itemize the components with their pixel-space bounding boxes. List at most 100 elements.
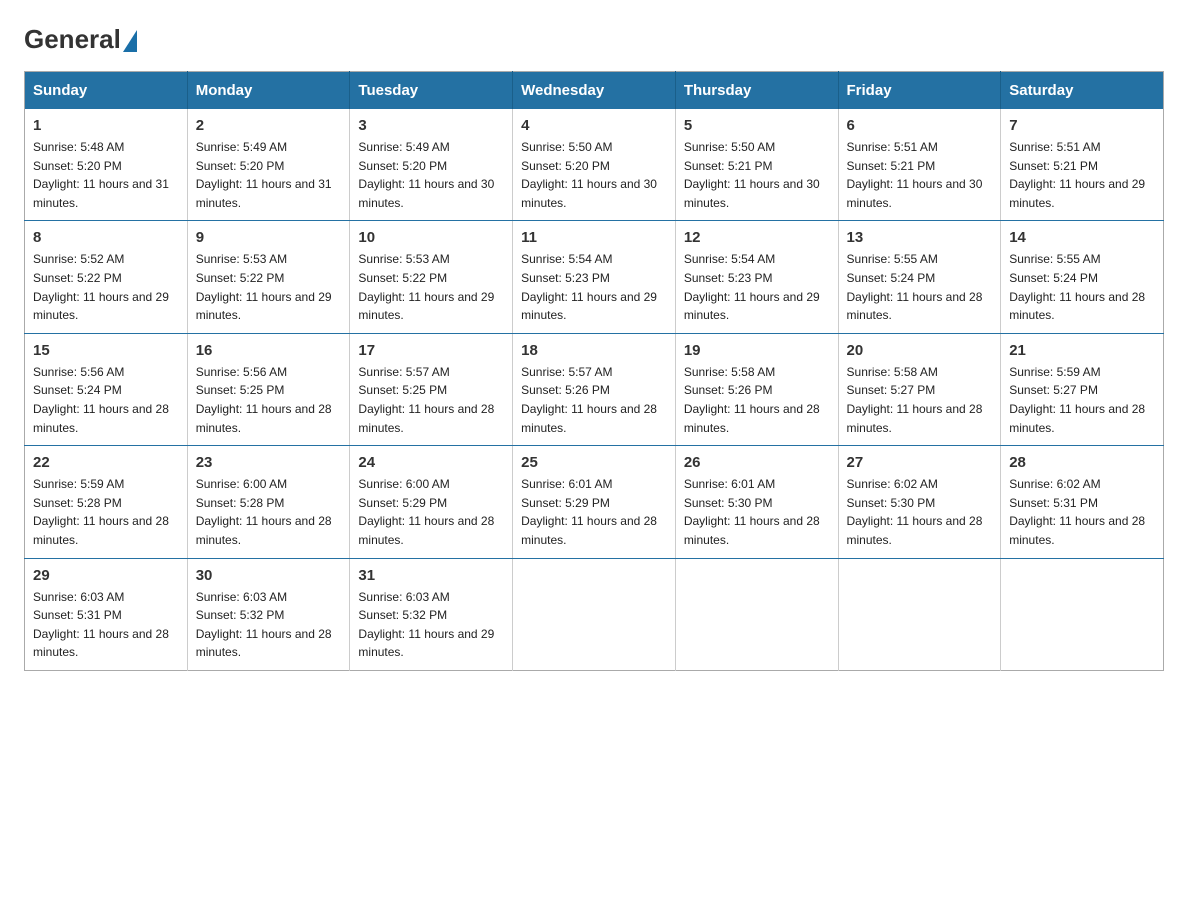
day-info: Sunrise: 6:00 AM Sunset: 5:28 PM Dayligh… <box>196 475 342 549</box>
day-number: 10 <box>358 229 504 246</box>
day-info: Sunrise: 6:00 AM Sunset: 5:29 PM Dayligh… <box>358 475 504 549</box>
calendar-week-row: 8 Sunrise: 5:52 AM Sunset: 5:22 PM Dayli… <box>25 221 1164 333</box>
weekday-header-thursday: Thursday <box>675 72 838 110</box>
calendar-cell: 19 Sunrise: 5:58 AM Sunset: 5:26 PM Dayl… <box>675 333 838 445</box>
calendar-week-row: 22 Sunrise: 5:59 AM Sunset: 5:28 PM Dayl… <box>25 446 1164 558</box>
calendar-week-row: 1 Sunrise: 5:48 AM Sunset: 5:20 PM Dayli… <box>25 109 1164 221</box>
calendar-cell <box>675 558 838 670</box>
day-number: 29 <box>33 567 179 584</box>
calendar-cell: 3 Sunrise: 5:49 AM Sunset: 5:20 PM Dayli… <box>350 109 513 221</box>
day-number: 18 <box>521 342 667 359</box>
calendar-week-row: 15 Sunrise: 5:56 AM Sunset: 5:24 PM Dayl… <box>25 333 1164 445</box>
day-number: 20 <box>847 342 993 359</box>
day-info: Sunrise: 5:58 AM Sunset: 5:27 PM Dayligh… <box>847 363 993 437</box>
day-info: Sunrise: 5:56 AM Sunset: 5:25 PM Dayligh… <box>196 363 342 437</box>
calendar-cell: 5 Sunrise: 5:50 AM Sunset: 5:21 PM Dayli… <box>675 109 838 221</box>
day-number: 13 <box>847 229 993 246</box>
day-info: Sunrise: 5:50 AM Sunset: 5:20 PM Dayligh… <box>521 138 667 212</box>
weekday-header-row: SundayMondayTuesdayWednesdayThursdayFrid… <box>25 72 1164 110</box>
calendar-cell: 8 Sunrise: 5:52 AM Sunset: 5:22 PM Dayli… <box>25 221 188 333</box>
day-number: 16 <box>196 342 342 359</box>
day-info: Sunrise: 6:01 AM Sunset: 5:30 PM Dayligh… <box>684 475 830 549</box>
logo: General <box>24 24 137 55</box>
day-info: Sunrise: 5:59 AM Sunset: 5:28 PM Dayligh… <box>33 475 179 549</box>
day-info: Sunrise: 6:01 AM Sunset: 5:29 PM Dayligh… <box>521 475 667 549</box>
day-number: 12 <box>684 229 830 246</box>
day-info: Sunrise: 6:02 AM Sunset: 5:30 PM Dayligh… <box>847 475 993 549</box>
day-number: 24 <box>358 454 504 471</box>
day-info: Sunrise: 5:57 AM Sunset: 5:26 PM Dayligh… <box>521 363 667 437</box>
day-number: 23 <box>196 454 342 471</box>
day-info: Sunrise: 6:03 AM Sunset: 5:32 PM Dayligh… <box>358 588 504 662</box>
day-info: Sunrise: 6:02 AM Sunset: 5:31 PM Dayligh… <box>1009 475 1155 549</box>
day-info: Sunrise: 5:53 AM Sunset: 5:22 PM Dayligh… <box>358 250 504 324</box>
calendar-cell: 10 Sunrise: 5:53 AM Sunset: 5:22 PM Dayl… <box>350 221 513 333</box>
day-number: 3 <box>358 117 504 134</box>
calendar-cell <box>513 558 676 670</box>
calendar-cell: 22 Sunrise: 5:59 AM Sunset: 5:28 PM Dayl… <box>25 446 188 558</box>
calendar-cell: 11 Sunrise: 5:54 AM Sunset: 5:23 PM Dayl… <box>513 221 676 333</box>
day-info: Sunrise: 5:57 AM Sunset: 5:25 PM Dayligh… <box>358 363 504 437</box>
day-number: 4 <box>521 117 667 134</box>
day-info: Sunrise: 5:55 AM Sunset: 5:24 PM Dayligh… <box>847 250 993 324</box>
day-info: Sunrise: 5:59 AM Sunset: 5:27 PM Dayligh… <box>1009 363 1155 437</box>
day-number: 26 <box>684 454 830 471</box>
day-number: 9 <box>196 229 342 246</box>
day-info: Sunrise: 5:56 AM Sunset: 5:24 PM Dayligh… <box>33 363 179 437</box>
day-number: 30 <box>196 567 342 584</box>
calendar-cell: 21 Sunrise: 5:59 AM Sunset: 5:27 PM Dayl… <box>1001 333 1164 445</box>
day-number: 22 <box>33 454 179 471</box>
day-number: 1 <box>33 117 179 134</box>
day-info: Sunrise: 5:50 AM Sunset: 5:21 PM Dayligh… <box>684 138 830 212</box>
calendar-cell: 28 Sunrise: 6:02 AM Sunset: 5:31 PM Dayl… <box>1001 446 1164 558</box>
day-info: Sunrise: 6:03 AM Sunset: 5:32 PM Dayligh… <box>196 588 342 662</box>
weekday-header-wednesday: Wednesday <box>513 72 676 110</box>
calendar-cell: 26 Sunrise: 6:01 AM Sunset: 5:30 PM Dayl… <box>675 446 838 558</box>
calendar-cell <box>838 558 1001 670</box>
day-number: 2 <box>196 117 342 134</box>
calendar-cell: 17 Sunrise: 5:57 AM Sunset: 5:25 PM Dayl… <box>350 333 513 445</box>
calendar-cell: 12 Sunrise: 5:54 AM Sunset: 5:23 PM Dayl… <box>675 221 838 333</box>
calendar-cell: 27 Sunrise: 6:02 AM Sunset: 5:30 PM Dayl… <box>838 446 1001 558</box>
day-info: Sunrise: 5:53 AM Sunset: 5:22 PM Dayligh… <box>196 250 342 324</box>
weekday-header-sunday: Sunday <box>25 72 188 110</box>
day-number: 15 <box>33 342 179 359</box>
day-info: Sunrise: 5:54 AM Sunset: 5:23 PM Dayligh… <box>521 250 667 324</box>
calendar-cell: 25 Sunrise: 6:01 AM Sunset: 5:29 PM Dayl… <box>513 446 676 558</box>
calendar-cell: 31 Sunrise: 6:03 AM Sunset: 5:32 PM Dayl… <box>350 558 513 670</box>
day-number: 5 <box>684 117 830 134</box>
day-number: 14 <box>1009 229 1155 246</box>
day-info: Sunrise: 5:49 AM Sunset: 5:20 PM Dayligh… <box>358 138 504 212</box>
calendar-table: SundayMondayTuesdayWednesdayThursdayFrid… <box>24 71 1164 671</box>
logo-triangle-icon <box>123 30 137 52</box>
calendar-cell: 1 Sunrise: 5:48 AM Sunset: 5:20 PM Dayli… <box>25 109 188 221</box>
calendar-cell: 13 Sunrise: 5:55 AM Sunset: 5:24 PM Dayl… <box>838 221 1001 333</box>
weekday-header-saturday: Saturday <box>1001 72 1164 110</box>
calendar-cell: 9 Sunrise: 5:53 AM Sunset: 5:22 PM Dayli… <box>187 221 350 333</box>
calendar-cell: 23 Sunrise: 6:00 AM Sunset: 5:28 PM Dayl… <box>187 446 350 558</box>
calendar-cell: 14 Sunrise: 5:55 AM Sunset: 5:24 PM Dayl… <box>1001 221 1164 333</box>
calendar-cell: 4 Sunrise: 5:50 AM Sunset: 5:20 PM Dayli… <box>513 109 676 221</box>
day-info: Sunrise: 5:52 AM Sunset: 5:22 PM Dayligh… <box>33 250 179 324</box>
day-number: 6 <box>847 117 993 134</box>
day-number: 25 <box>521 454 667 471</box>
day-number: 8 <box>33 229 179 246</box>
calendar-cell: 30 Sunrise: 6:03 AM Sunset: 5:32 PM Dayl… <box>187 558 350 670</box>
page-header: General <box>24 24 1164 55</box>
day-info: Sunrise: 5:58 AM Sunset: 5:26 PM Dayligh… <box>684 363 830 437</box>
day-number: 27 <box>847 454 993 471</box>
day-number: 7 <box>1009 117 1155 134</box>
logo-general-text: General <box>24 24 121 55</box>
day-info: Sunrise: 5:51 AM Sunset: 5:21 PM Dayligh… <box>847 138 993 212</box>
calendar-cell: 24 Sunrise: 6:00 AM Sunset: 5:29 PM Dayl… <box>350 446 513 558</box>
weekday-header-tuesday: Tuesday <box>350 72 513 110</box>
calendar-week-row: 29 Sunrise: 6:03 AM Sunset: 5:31 PM Dayl… <box>25 558 1164 670</box>
day-info: Sunrise: 6:03 AM Sunset: 5:31 PM Dayligh… <box>33 588 179 662</box>
day-info: Sunrise: 5:49 AM Sunset: 5:20 PM Dayligh… <box>196 138 342 212</box>
calendar-cell <box>1001 558 1164 670</box>
day-number: 21 <box>1009 342 1155 359</box>
calendar-cell: 18 Sunrise: 5:57 AM Sunset: 5:26 PM Dayl… <box>513 333 676 445</box>
day-info: Sunrise: 5:54 AM Sunset: 5:23 PM Dayligh… <box>684 250 830 324</box>
calendar-cell: 16 Sunrise: 5:56 AM Sunset: 5:25 PM Dayl… <box>187 333 350 445</box>
day-number: 17 <box>358 342 504 359</box>
